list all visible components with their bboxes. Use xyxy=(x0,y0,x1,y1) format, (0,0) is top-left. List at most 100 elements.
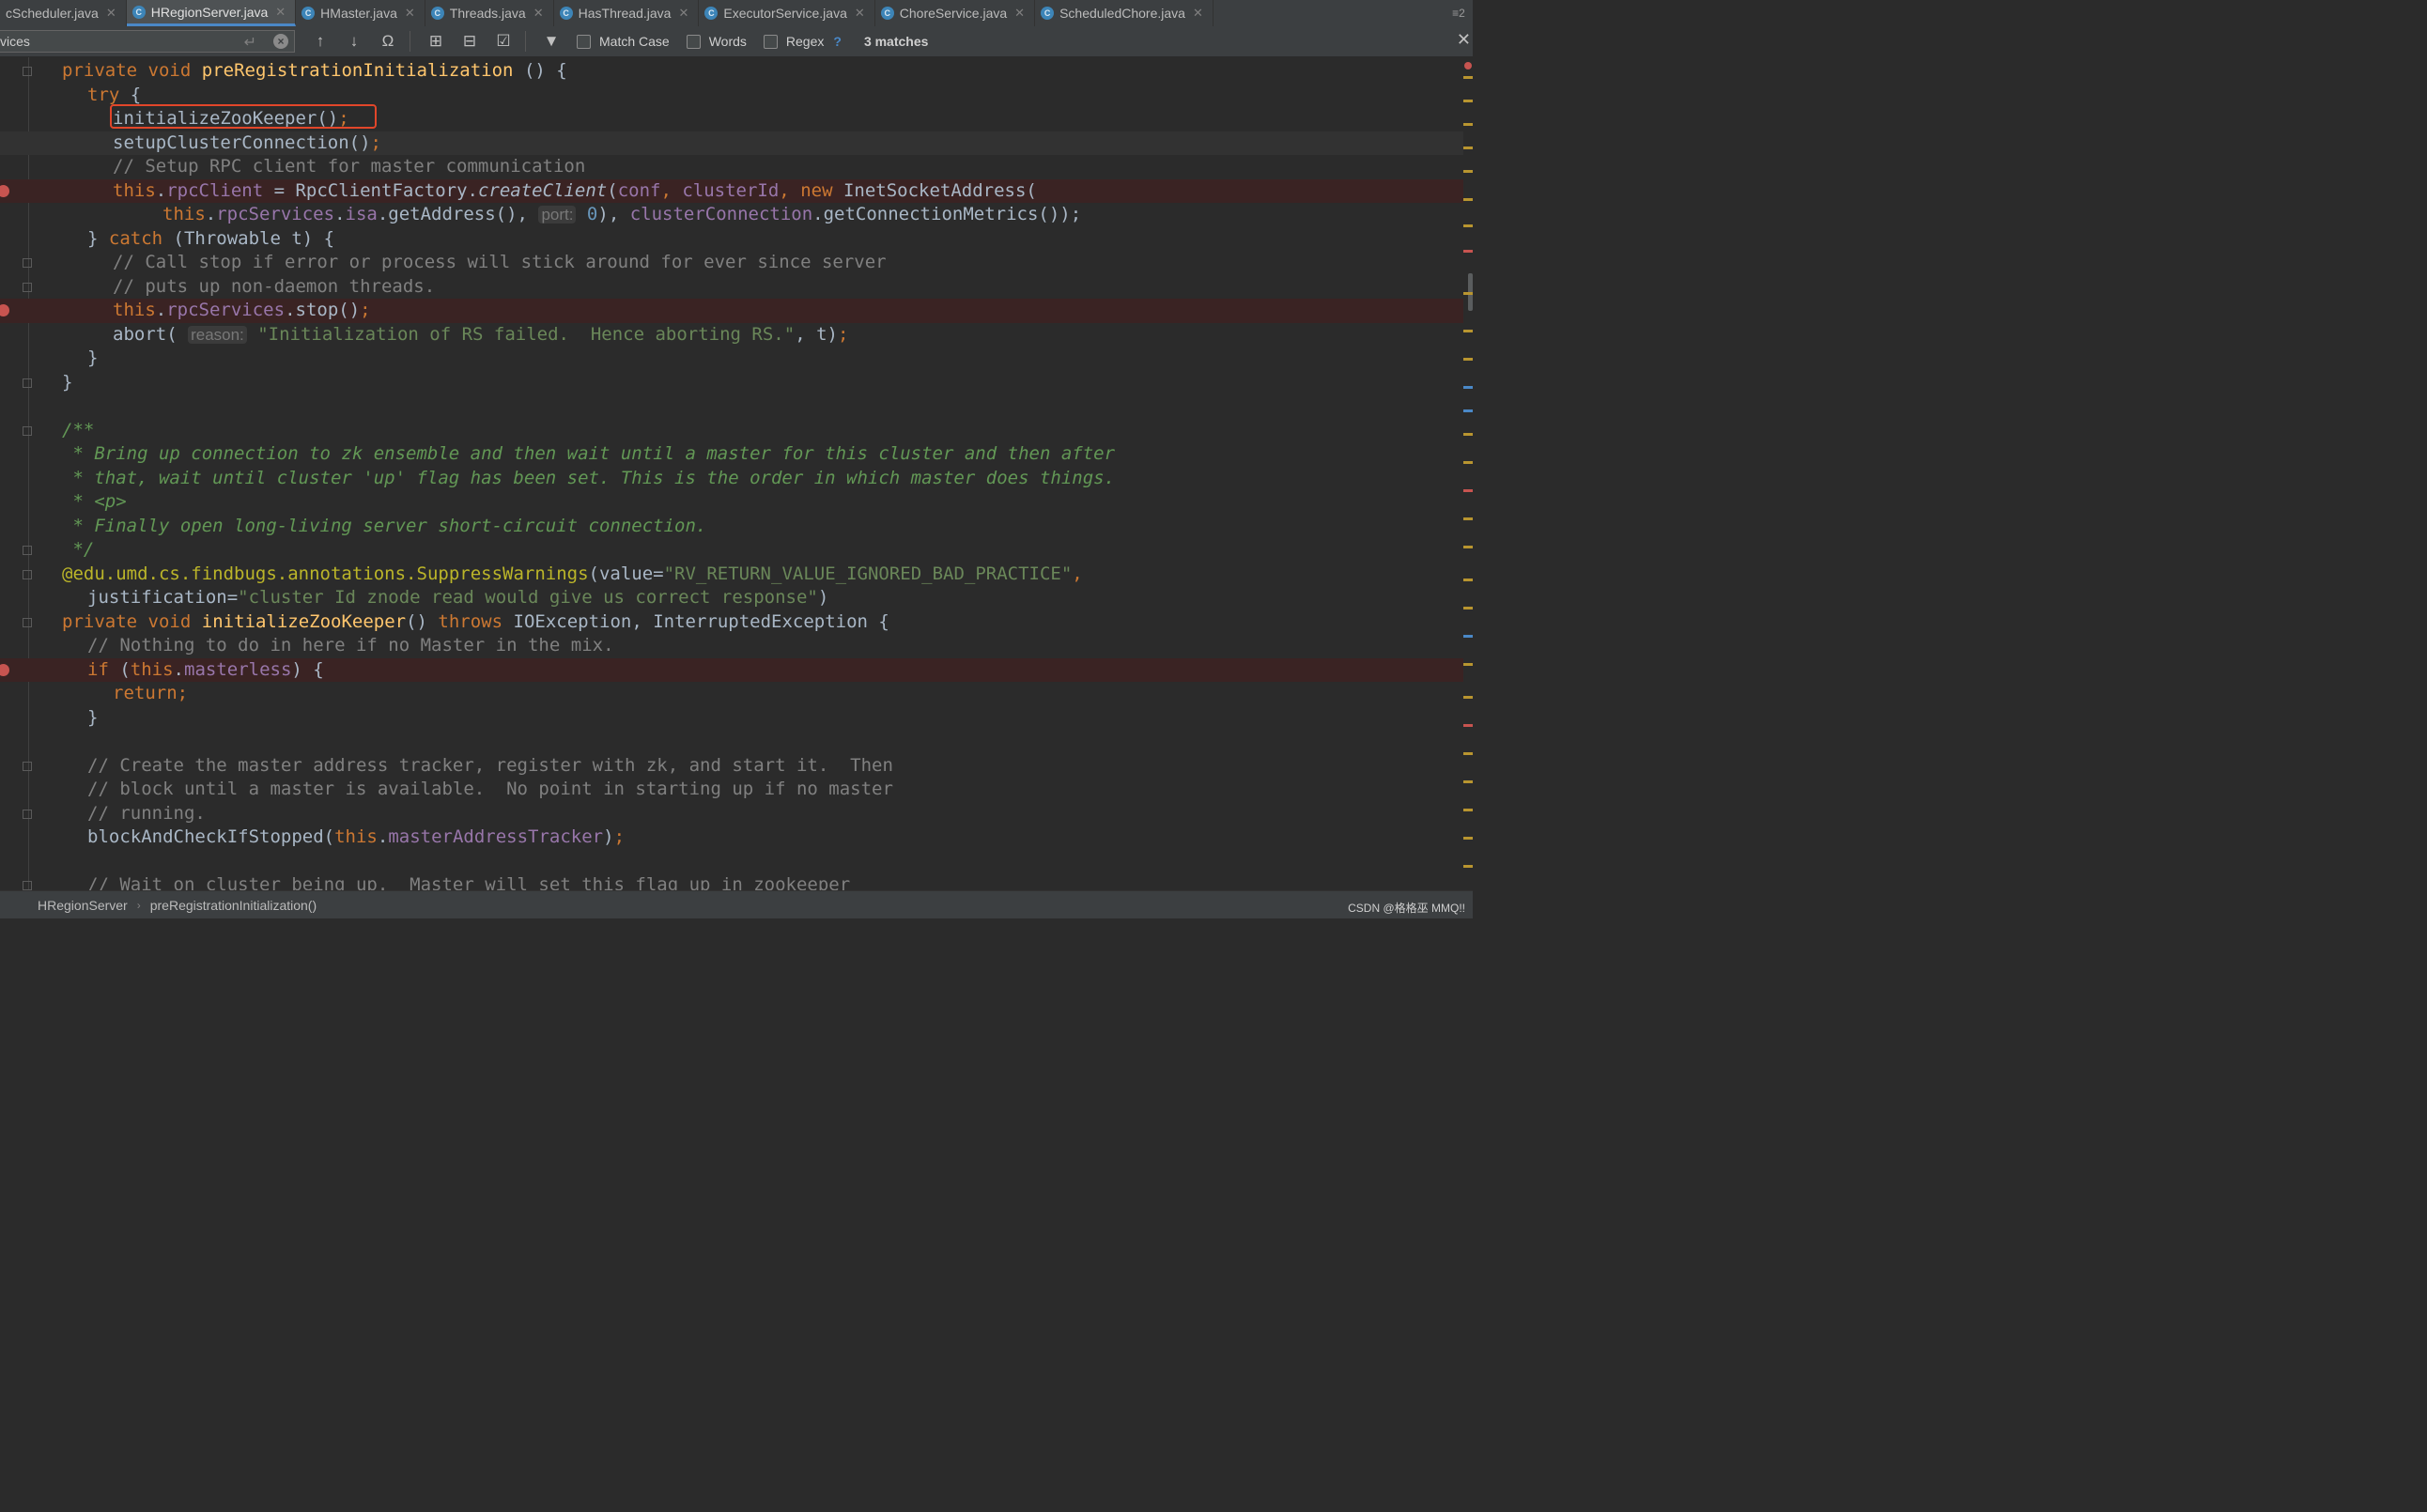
tab-executorservice[interactable]: C ExecutorService.java ✕ xyxy=(699,0,875,26)
regex-checkbox[interactable]: Regex xyxy=(763,34,824,49)
close-tab-icon[interactable]: ✕ xyxy=(855,6,865,21)
tab-threads[interactable]: C Threads.java ✕ xyxy=(425,0,554,26)
stripe-marker[interactable] xyxy=(1463,837,1473,840)
stripe-marker[interactable] xyxy=(1463,170,1473,173)
stripe-marker[interactable] xyxy=(1463,461,1473,464)
code-editor[interactable]: private void preRegistrationInitializati… xyxy=(0,57,1473,890)
add-selection-icon[interactable]: ⊞ xyxy=(427,32,444,51)
tab-hasthread[interactable]: C HasThread.java ✕ xyxy=(554,0,700,26)
stripe-marker[interactable] xyxy=(1463,147,1473,149)
breakpoint-icon[interactable] xyxy=(0,663,9,676)
code-line: * Finally open long-living server short-… xyxy=(0,515,1463,539)
filter-icon[interactable]: ▼ xyxy=(543,32,560,51)
comma: , xyxy=(1072,563,1083,584)
close-tab-icon[interactable]: ✕ xyxy=(106,6,116,21)
stripe-marker[interactable] xyxy=(1463,865,1473,868)
stripe-marker[interactable] xyxy=(1463,76,1473,79)
remove-selection-icon[interactable]: ⊟ xyxy=(461,32,478,51)
tab-hmaster[interactable]: C HMaster.java ✕ xyxy=(296,0,425,26)
select-all-occurrences-icon[interactable]: Ω xyxy=(379,32,396,51)
stripe-marker[interactable] xyxy=(1463,489,1473,492)
fold-marker-icon[interactable] xyxy=(23,617,32,627)
code-text: () { xyxy=(523,60,567,81)
fold-marker-icon[interactable] xyxy=(23,761,32,771)
code-line: */ xyxy=(0,538,1463,563)
stripe-marker[interactable] xyxy=(1463,724,1473,727)
stripe-marker[interactable] xyxy=(1463,780,1473,783)
stripe-marker[interactable] xyxy=(1463,809,1473,811)
stripe-marker[interactable] xyxy=(1463,635,1473,638)
tab-scheduledchore[interactable]: C ScheduledChore.java ✕ xyxy=(1035,0,1214,26)
fold-marker-icon[interactable] xyxy=(23,282,32,292)
close-tab-icon[interactable]: ✕ xyxy=(678,6,688,21)
close-tab-icon[interactable]: ✕ xyxy=(275,5,286,20)
stripe-marker[interactable] xyxy=(1463,292,1473,295)
breadcrumb-method[interactable]: preRegistrationInitialization() xyxy=(150,898,317,913)
stripe-marker[interactable] xyxy=(1463,386,1473,389)
error-stripe[interactable] xyxy=(1463,57,1473,890)
stripe-marker[interactable] xyxy=(1463,579,1473,581)
fold-marker-icon[interactable] xyxy=(23,258,32,268)
tab-list-menu-button[interactable]: ≡2 xyxy=(1445,0,1473,26)
fold-marker-icon[interactable] xyxy=(23,425,32,436)
close-tab-icon[interactable]: ✕ xyxy=(533,6,544,21)
tab-cscheduler[interactable]: cScheduler.java ✕ xyxy=(0,0,127,26)
field: clusterId xyxy=(682,179,780,201)
breakpoint-icon[interactable] xyxy=(0,184,9,197)
words-checkbox[interactable]: Words xyxy=(686,34,747,49)
stripe-marker[interactable] xyxy=(1463,752,1473,755)
stripe-marker[interactable] xyxy=(1463,663,1473,666)
close-tab-icon[interactable]: ✕ xyxy=(1193,6,1203,21)
close-tab-icon[interactable]: ✕ xyxy=(1014,6,1025,21)
previous-occurrence-icon[interactable]: ↑ xyxy=(312,32,329,51)
stripe-marker[interactable] xyxy=(1463,198,1473,201)
stripe-marker[interactable] xyxy=(1463,224,1473,227)
search-input[interactable] xyxy=(0,31,235,52)
stripe-marker[interactable] xyxy=(1463,358,1473,361)
tab-label: cScheduler.java xyxy=(6,6,99,21)
stripe-marker[interactable] xyxy=(1463,696,1473,699)
line-comment: // puts up non-daemon threads. xyxy=(113,275,436,297)
stripe-marker[interactable] xyxy=(1463,250,1473,253)
breakpoint-icon[interactable] xyxy=(0,304,9,316)
error-indicator-icon[interactable] xyxy=(1464,62,1472,69)
select-all-icon[interactable]: ☑ xyxy=(495,32,512,51)
checkbox-box[interactable] xyxy=(686,34,701,49)
string-literal: "Initialization of RS failed. Hence abor… xyxy=(257,323,796,345)
fold-marker-icon[interactable] xyxy=(23,881,32,890)
fold-marker-icon[interactable] xyxy=(23,378,32,388)
fold-marker-icon[interactable] xyxy=(23,569,32,579)
breadcrumb-class[interactable]: HRegionServer xyxy=(38,898,128,913)
checkbox-box[interactable] xyxy=(763,34,778,49)
semicolon: ; xyxy=(370,131,381,153)
stripe-marker[interactable] xyxy=(1463,409,1473,412)
fold-marker-icon[interactable] xyxy=(23,809,32,819)
close-find-bar-icon[interactable]: ✕ xyxy=(1457,30,1471,50)
regex-help-link[interactable]: ? xyxy=(833,34,842,49)
next-occurrence-icon[interactable]: ↓ xyxy=(346,32,363,51)
code-text: ) xyxy=(603,826,614,847)
clear-search-icon[interactable]: × xyxy=(273,34,288,49)
doc-comment: * Finally open long-living server short-… xyxy=(62,515,707,536)
match-case-checkbox[interactable]: Match Case xyxy=(577,34,670,49)
keyword: throws xyxy=(438,610,503,632)
checkbox-box[interactable] xyxy=(577,34,591,49)
keyword: this xyxy=(162,204,206,224)
stripe-marker[interactable] xyxy=(1463,607,1473,609)
stripe-marker[interactable] xyxy=(1463,546,1473,548)
fold-marker-icon[interactable] xyxy=(23,546,32,555)
code-line: // running. xyxy=(0,802,1463,826)
code-line: // puts up non-daemon threads. xyxy=(0,275,1463,300)
tab-hregionserver[interactable]: C HRegionServer.java ✕ xyxy=(126,0,297,26)
chevron-right-icon: › xyxy=(136,898,141,912)
tab-choreservice[interactable]: C ChoreService.java ✕ xyxy=(875,0,1036,26)
close-tab-icon[interactable]: ✕ xyxy=(405,6,415,21)
fold-marker-icon[interactable] xyxy=(23,67,32,76)
stripe-marker[interactable] xyxy=(1463,330,1473,332)
code-line: // Wait on cluster being up. Master will… xyxy=(0,873,1463,890)
stripe-marker[interactable] xyxy=(1463,517,1473,520)
keyword: try xyxy=(87,84,120,105)
stripe-marker[interactable] xyxy=(1463,123,1473,126)
stripe-marker[interactable] xyxy=(1463,100,1473,102)
stripe-marker[interactable] xyxy=(1463,433,1473,436)
